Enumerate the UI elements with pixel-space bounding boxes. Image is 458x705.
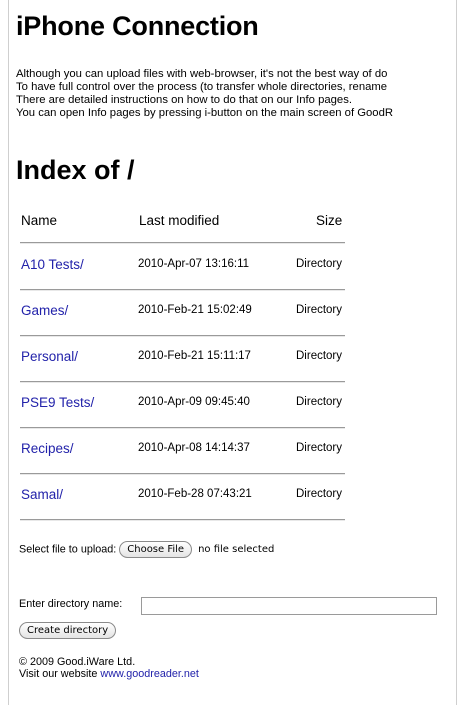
intro-line: Although you can upload files with web-b… — [16, 68, 388, 80]
last-modified-cell: 2010-Apr-09 09:45:40 — [138, 396, 250, 408]
directory-name-row: Enter directory name: — [19, 597, 437, 615]
create-directory-button[interactable]: Create directory — [19, 622, 117, 640]
size-cell: Directory — [296, 304, 343, 316]
page-frame: iPhone Connection Although you can uploa… — [8, 0, 457, 705]
directory-name-input[interactable] — [141, 597, 437, 615]
index-title: Index of / — [16, 155, 135, 185]
upload-row: Select file to upload: Choose File no fi… — [19, 541, 274, 558]
size-cell: Directory — [296, 350, 343, 362]
directory-link[interactable]: A10 Tests/ — [21, 257, 84, 272]
table-row: PSE9 Tests/ 2010-Apr-09 09:45:40 Directo… — [16, 381, 356, 427]
website-link[interactable]: www.goodreader.net — [100, 668, 198, 680]
intro-text: Although you can upload files with web-b… — [16, 68, 456, 120]
visit-text: Visit our website — [19, 668, 98, 680]
copyright-text: © 2009 Good.iWare Ltd. — [19, 656, 136, 668]
table-row: Recipes/ 2010-Apr-08 14:14:37 Directory — [16, 427, 356, 473]
upload-label: Select file to upload: — [19, 543, 117, 556]
column-header-size: Size — [316, 213, 343, 228]
intro-line: There are detailed instructions on how t… — [16, 94, 352, 106]
create-directory-wrapper: Create directory — [19, 622, 117, 640]
table-row: A10 Tests/ 2010-Apr-07 13:16:11 Director… — [16, 243, 356, 289]
table-row: Games/ 2010-Feb-21 15:02:49 Directory — [16, 289, 356, 335]
page-title: iPhone Connection — [16, 11, 259, 41]
directory-link[interactable]: Personal/ — [21, 349, 78, 364]
last-modified-cell: 2010-Feb-28 07:43:21 — [138, 488, 252, 500]
last-modified-cell: 2010-Feb-21 15:02:49 — [138, 304, 252, 316]
upload-status: no file selected — [198, 544, 275, 556]
last-modified-cell: 2010-Feb-21 15:11:17 — [138, 350, 251, 362]
directory-link[interactable]: Samal/ — [21, 487, 63, 502]
visit-line: Visit our website www.goodreader.net — [19, 668, 199, 680]
last-modified-cell: 2010-Apr-08 14:14:37 — [138, 442, 250, 454]
directory-link[interactable]: Recipes/ — [21, 441, 74, 456]
intro-line: To have full control over the process (t… — [16, 81, 388, 93]
column-header-name: Name — [21, 213, 58, 228]
intro-line: You can open Info pages by pressing i-bu… — [16, 107, 394, 119]
directory-link[interactable]: Games/ — [21, 303, 68, 318]
table-row: Personal/ 2010-Feb-21 15:11:17 Directory — [16, 335, 356, 381]
size-cell: Directory — [296, 442, 343, 454]
directory-link[interactable]: PSE9 Tests/ — [21, 395, 94, 410]
size-cell: Directory — [296, 258, 343, 270]
directory-name-label: Enter directory name: — [19, 598, 123, 610]
size-cell: Directory — [296, 396, 343, 408]
choose-file-button[interactable]: Choose File — [119, 541, 193, 558]
last-modified-cell: 2010-Apr-07 13:16:11 — [138, 258, 250, 270]
table-divider — [20, 519, 345, 521]
column-header-last-modified: Last modified — [139, 213, 220, 228]
table-row: Samal/ 2010-Feb-28 07:43:21 Directory — [16, 473, 356, 519]
size-cell: Directory — [296, 488, 343, 500]
footer: © 2009 Good.iWare Ltd. Visit our website… — [19, 656, 199, 680]
